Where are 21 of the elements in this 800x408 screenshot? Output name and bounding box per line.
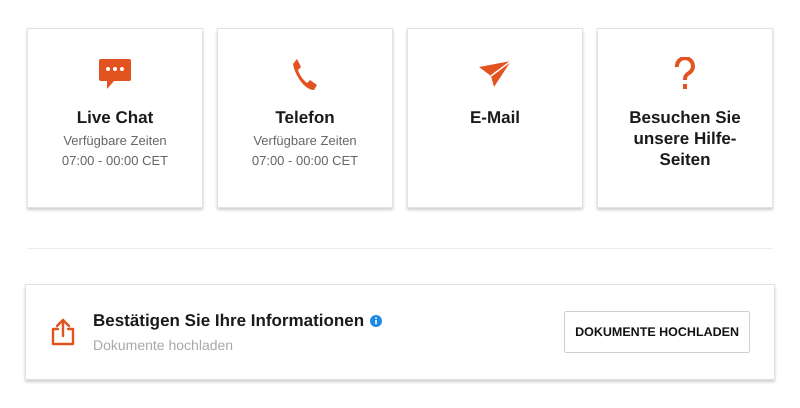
card-title: E-Mail xyxy=(470,107,520,128)
panel-title: Bestätigen Sie Ihre Informationen xyxy=(93,310,364,332)
card-title: Live Chat xyxy=(76,107,154,128)
card-title: Telefon xyxy=(275,107,335,128)
contact-card[interactable]: Live Chat Verfügbare Zeiten 07:00 - 00:00 CET xyxy=(27,28,203,208)
panel-subtitle: Dokumente hochladen xyxy=(93,336,234,356)
card-detail: Verfügbare Zeiten xyxy=(253,132,357,150)
upload-documents-button[interactable]: DOKUMENTE HOCHLADEN xyxy=(564,311,750,353)
contact-card[interactable]: Besuchen Sie unsere Hilfe-Seiten xyxy=(597,28,773,208)
contact-card[interactable]: Telefon Verfügbare Zeiten 07:00 - 00:00 CET xyxy=(217,28,393,208)
card-detail: 07:00 - 00:00 CET xyxy=(252,152,358,170)
info-icon xyxy=(370,314,382,326)
phone-icon xyxy=(291,57,319,91)
card-detail: 07:00 - 00:00 CET xyxy=(62,152,168,170)
upload-icon xyxy=(50,318,76,346)
contact-card[interactable]: E-Mail xyxy=(407,28,583,208)
card-detail: Verfügbare Zeiten xyxy=(63,132,167,150)
card-title: Besuchen Sie unsere Hilfe-Seiten xyxy=(628,107,742,170)
chat-bubble-icon xyxy=(98,57,132,91)
question-mark-icon xyxy=(674,57,696,91)
paper-plane-icon xyxy=(478,59,512,89)
